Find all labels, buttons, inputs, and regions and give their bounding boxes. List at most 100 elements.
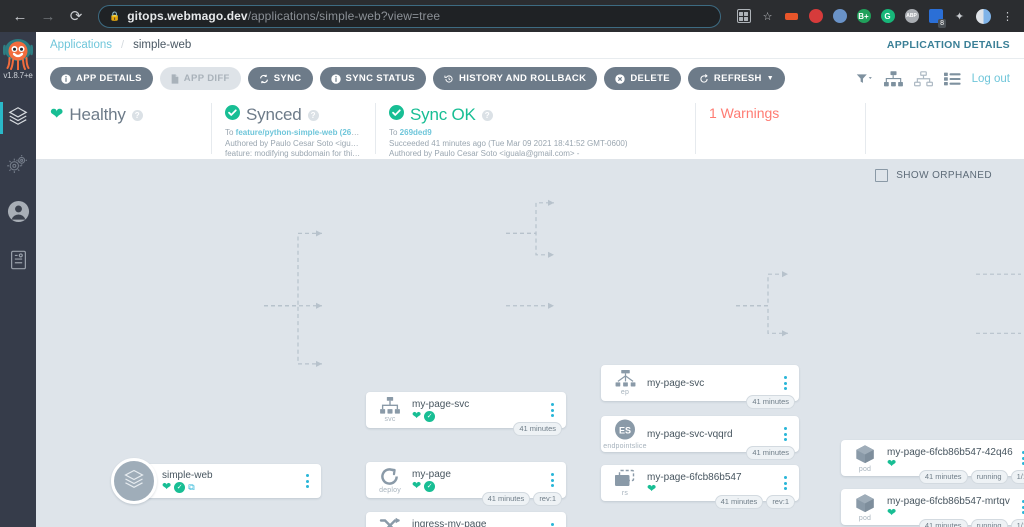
heart-icon: ❤ <box>412 479 422 492</box>
tree-node-root-menu[interactable] <box>298 474 316 488</box>
sidebar-item-documentation[interactable] <box>0 238 36 286</box>
endpointslice-icon: ES endpointslice <box>601 418 647 450</box>
extension-grammarly-icon[interactable]: G <box>879 8 896 25</box>
tree-node-ing-ingress-my-page[interactable]: ing ingress-my-page ❤ ✓ ⧉ 41 minutes <box>366 512 566 527</box>
list-view-icon[interactable] <box>943 72 961 86</box>
url-path: /applications/simple-web?view=tree <box>247 9 441 23</box>
browser-menu-icon[interactable]: ⋮ <box>999 8 1016 25</box>
application-details-link[interactable]: APPLICATION DETAILS <box>887 39 1010 51</box>
replicaset-icon: rs <box>601 469 645 497</box>
tree-node-pills: 41 minutes rev:1 <box>714 495 795 509</box>
svg-text:ES: ES <box>619 426 631 436</box>
breadcrumb-applications[interactable]: Applications <box>50 39 112 51</box>
extension-adblock-icon[interactable]: ABP <box>903 8 920 25</box>
sync-button[interactable]: SYNC <box>247 67 313 90</box>
tree-node-name: ingress-my-page <box>412 518 487 527</box>
tree-node-endpointslice[interactable]: ES endpointslice my-page-svc-vqqrd 41 mi… <box>601 416 799 460</box>
sync-revision-link[interactable]: feature/python-simple-web (269d… <box>236 128 361 137</box>
tree-node-status: ❤ <box>887 458 1014 470</box>
age-pill: 41 minutes <box>513 422 562 436</box>
tree-node-menu[interactable] <box>776 376 794 390</box>
info-icon <box>61 73 71 84</box>
sidebar-item-settings[interactable] <box>0 142 36 190</box>
argocd-logo-icon[interactable] <box>2 38 34 71</box>
operation-status-panel[interactable]: Sync OK ? To 269ded9 Succeeded 41 minute… <box>375 98 695 169</box>
breadcrumb-current: simple-web <box>133 39 192 51</box>
ready-pill: 1/1 <box>1010 470 1024 484</box>
tree-node-deploy-my-page[interactable]: deploy my-page ❤ ✓ 41 minutes rev:1 <box>366 462 566 506</box>
tree-node-pod-42q46[interactable]: pod my-page-6fcb86b547-42q46 ❤ 41 minute… <box>841 440 1024 484</box>
tree-node-rs-my-page[interactable]: rs my-page-6fcb86b547 ❤ 41 minutes rev:1 <box>601 465 799 509</box>
delete-button-label: DELETE <box>630 73 670 84</box>
history-and-rollback-button[interactable]: HISTORY AND ROLLBACK <box>433 67 598 90</box>
sync-status-title: Synced <box>246 105 302 124</box>
operation-succeeded-line: Succeeded 41 minutes ago (Tue Mar 09 202… <box>389 138 628 148</box>
address-bar[interactable]: 🔒 gitops.webmago.dev/applications/simple… <box>98 4 721 28</box>
breadcrumb-separator: / <box>121 39 125 51</box>
reload-icon[interactable]: ⟳ <box>64 4 88 28</box>
tree-node-root[interactable]: simple-web ❤ ✓ ⧉ <box>138 464 321 498</box>
tree-node-name: my-page-svc-vqqrd <box>647 428 733 440</box>
check-circle-icon: ✓ <box>424 410 436 422</box>
check-circle-icon <box>389 105 404 125</box>
tree-node-menu[interactable] <box>1014 500 1024 514</box>
warnings-panel[interactable]: 1 Warnings <box>695 98 865 159</box>
extension-bitwarden-icon[interactable]: B+ <box>855 8 872 25</box>
extensions-puzzle-icon[interactable]: ✦ <box>951 8 968 25</box>
tree-view-icon[interactable] <box>883 70 903 87</box>
tree-node-status: ❤ ✓ <box>412 410 543 422</box>
tree-node-menu[interactable] <box>543 523 561 527</box>
tree-node-pills: 41 minutes <box>746 446 795 460</box>
tree-node-svc-my-page-svc[interactable]: svc my-page-svc ❤ ✓ 41 minutes <box>366 392 566 436</box>
sync-status-button[interactable]: SYNC STATUS <box>319 67 426 90</box>
sidebar-item-user-info[interactable] <box>0 190 36 238</box>
profile-avatar-icon[interactable] <box>975 8 992 25</box>
forward-arrow-icon[interactable]: → <box>36 4 60 28</box>
tree-node-pod-mrtqv[interactable]: pod my-page-6fcb86b547-mrtqv ❤ 41 minute… <box>841 489 1024 527</box>
app-diff-button[interactable]: APP DIFF <box>159 67 241 90</box>
sync-help-icon[interactable]: ? <box>307 109 319 121</box>
tree-node-menu[interactable] <box>776 476 794 490</box>
tree-node-menu[interactable] <box>543 403 561 417</box>
network-view-icon[interactable] <box>913 70 933 87</box>
refresh-button[interactable]: REFRESH ▼ <box>687 67 786 90</box>
tree-node-kind-label: pod <box>858 515 872 522</box>
extension-orange-icon[interactable] <box>783 8 800 25</box>
tree-node-pills: 41 minutes running 1/1 <box>918 519 1024 527</box>
check-circle-icon <box>225 105 240 125</box>
tree-node-pills: 41 minutes running 1/1 <box>918 470 1024 484</box>
filter-icon[interactable] <box>856 73 873 85</box>
tree-node-pills: 41 minutes <box>746 395 795 409</box>
external-link-icon[interactable]: ⧉ <box>188 482 194 492</box>
back-arrow-icon[interactable]: ← <box>8 4 32 28</box>
sync-status-panel[interactable]: Synced ? To feature/python-simple-web (2… <box>211 98 375 159</box>
bookmark-star-icon[interactable]: ☆ <box>759 8 776 25</box>
extension-blue-icon[interactable] <box>831 8 848 25</box>
tree-node-kind-label: svc <box>384 416 396 423</box>
logout-link[interactable]: Log out <box>972 73 1010 85</box>
age-pill: 41 minutes <box>746 395 795 409</box>
extension-tabs-icon[interactable]: 8 <box>927 8 946 28</box>
delete-button[interactable]: DELETE <box>604 67 681 90</box>
operation-status-title: Sync OK <box>410 105 476 124</box>
tree-node-menu[interactable] <box>776 427 794 441</box>
state-pill: running <box>970 470 1008 484</box>
extension-red-icon[interactable] <box>807 8 824 25</box>
tree-node-root-icon[interactable] <box>111 458 157 504</box>
operation-revision-link[interactable]: 269ded9 <box>400 128 432 137</box>
pod-icon: pod <box>841 443 885 473</box>
app-details-button-label: APP DETAILS <box>76 73 142 84</box>
tree-node-ep-my-page-svc[interactable]: ep my-page-svc 41 minutes <box>601 365 799 409</box>
tree-node-menu[interactable] <box>1014 451 1024 465</box>
file-icon <box>171 73 179 84</box>
sync-revision-line: To feature/python-simple-web (269d… <box>225 128 361 139</box>
tree-node-menu[interactable] <box>543 473 561 487</box>
sidebar-item-applications[interactable] <box>0 94 36 142</box>
operation-help-icon[interactable]: ? <box>481 109 493 121</box>
age-pill: 41 minutes <box>918 519 968 527</box>
book-icon <box>8 249 29 276</box>
app-details-button[interactable]: APP DETAILS <box>50 67 153 90</box>
qr-code-icon[interactable] <box>735 8 752 25</box>
health-help-icon[interactable]: ? <box>131 109 143 121</box>
health-status-panel[interactable]: ❤ Healthy ? <box>36 98 211 159</box>
